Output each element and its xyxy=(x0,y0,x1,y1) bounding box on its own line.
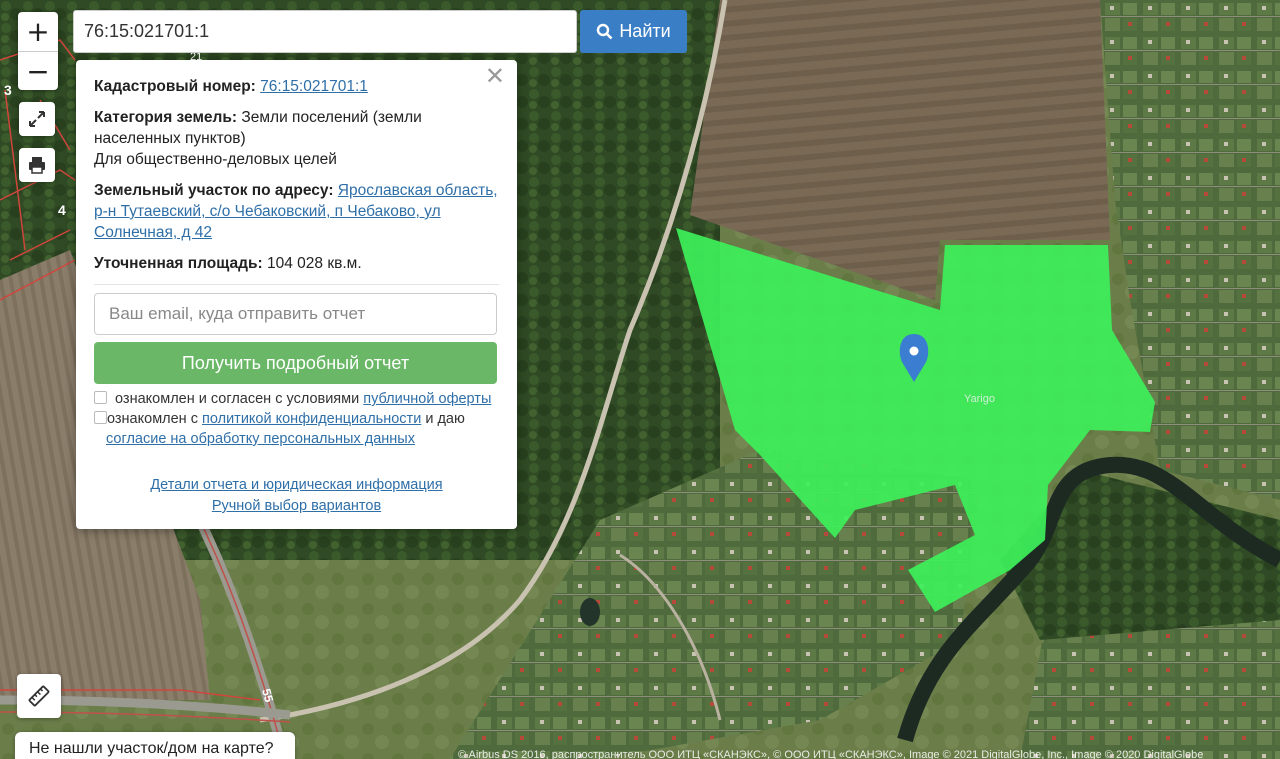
consent-privacy-text-a: ознакомлен с xyxy=(107,411,198,427)
print-button[interactable] xyxy=(19,148,55,182)
cadastral-number-link[interactable]: 76:15:021701:1 xyxy=(260,78,368,95)
address-label: Земельный участок по адресу: xyxy=(94,182,334,199)
land-purpose: Для общественно-деловых целей xyxy=(94,151,337,168)
email-field[interactable] xyxy=(94,293,497,335)
personal-data-consent-link[interactable]: согласие на обработку персональных данны… xyxy=(106,431,415,447)
search-icon xyxy=(597,23,613,40)
map-attribution: © Airbus DS 2016, распространитель ООО И… xyxy=(458,749,1204,759)
consent-offer-text: ознакомлен и согласен с условиями xyxy=(115,391,360,407)
minus-icon[interactable]: − xyxy=(18,51,58,90)
cadastral-number-row: Кадастровый номер: 76:15:021701:1 xyxy=(94,76,499,97)
area-label: Уточненная площадь: xyxy=(94,255,263,272)
land-category-row: Категория земель: Земли поселений (земли… xyxy=(94,107,499,149)
zoom-control: + − xyxy=(18,12,58,90)
parcel-number-4: 4 xyxy=(58,202,66,218)
manual-selection-link[interactable]: Ручной выбор вариантов xyxy=(212,498,381,514)
public-offer-link[interactable]: публичной оферты xyxy=(363,391,491,407)
consent-privacy-text-b: и даю xyxy=(425,411,465,427)
parcel-number-3: 3 xyxy=(4,82,12,98)
offer-consent-checkbox[interactable] xyxy=(94,391,107,404)
parcel-info-popup: ✕ Кадастровый номер: 76:15:021701:1 Кате… xyxy=(76,60,517,529)
consent-privacy-row: ознакомлен с политикой конфиденциальност… xyxy=(94,409,499,449)
consent-offer-row: ознакомлен и согласен с условиями публич… xyxy=(94,389,499,409)
expand-icon xyxy=(29,111,45,127)
area-row: Уточненная площадь: 104 028 кв.м. xyxy=(94,253,499,274)
category-label: Категория земель: xyxy=(94,109,238,126)
search-button-label: Найти xyxy=(619,21,671,41)
cadastral-label: Кадастровый номер: xyxy=(94,78,256,95)
get-report-button[interactable]: Получить подробный отчет xyxy=(94,342,497,384)
measure-button[interactable] xyxy=(17,674,61,718)
cadastral-search-input[interactable] xyxy=(73,10,577,53)
popup-footer-links: Детали отчета и юридическая информация Р… xyxy=(94,475,499,517)
divider xyxy=(94,284,499,285)
area-value: 104 028 кв.м. xyxy=(267,255,362,272)
close-icon[interactable]: ✕ xyxy=(485,64,505,88)
printer-icon xyxy=(29,157,45,174)
privacy-policy-link[interactable]: политикой конфиденциальности xyxy=(202,411,421,427)
plus-icon[interactable]: + xyxy=(18,12,58,51)
place-label: Yarigo xyxy=(964,393,995,405)
fullscreen-button[interactable] xyxy=(19,102,55,136)
privacy-consent-checkbox[interactable] xyxy=(94,411,107,424)
not-found-button[interactable]: Не нашли участок/дом на карте? xyxy=(15,732,295,759)
address-row: Земельный участок по адресу: Ярославская… xyxy=(94,180,499,243)
report-details-link[interactable]: Детали отчета и юридическая информация xyxy=(150,477,442,493)
ruler-icon xyxy=(28,685,50,707)
search-button[interactable]: Найти xyxy=(580,10,687,53)
